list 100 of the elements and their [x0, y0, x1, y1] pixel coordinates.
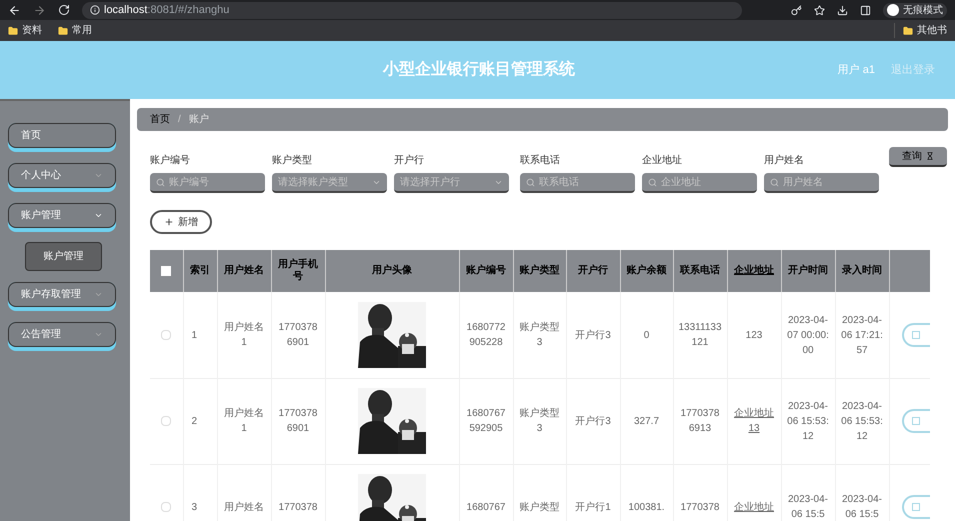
address-bar[interactable]: localhost:8081/#/zhanghu — [82, 2, 742, 18]
url-text: localhost:8081/#/zhanghu — [104, 2, 230, 18]
row-checkbox[interactable] — [161, 416, 172, 426]
star-icon[interactable] — [814, 4, 825, 16]
table-cell: 17703786913 — [680, 408, 720, 434]
column-header: 索引 — [183, 250, 217, 292]
table-cell: 开户行3 — [575, 330, 611, 340]
sidebar-item[interactable]: 账户存取管理 — [8, 282, 116, 311]
back-icon[interactable] — [8, 4, 21, 16]
table-cell: 2023-04-06 15:53:12 — [787, 400, 829, 442]
plus-icon — [164, 217, 174, 228]
table-cell: 开户行1 — [575, 502, 611, 513]
table-cell: 2 — [192, 416, 198, 427]
select-field[interactable]: 请选择账户类型 — [272, 173, 387, 194]
reload-icon[interactable] — [58, 4, 70, 16]
search-field[interactable]: 用户姓名 — [764, 173, 879, 194]
chevron-icon — [94, 290, 103, 299]
filter-label: 企业地址 — [642, 154, 683, 168]
breadcrumb-separator: / — [178, 113, 181, 128]
table-cell: 1770378 — [278, 502, 318, 513]
table-cell: 1680767592905 — [466, 408, 506, 434]
search-field[interactable]: 企业地址 — [642, 173, 757, 194]
table-cell: 2023-04-06 15:5 — [842, 494, 882, 520]
table-cell: 用户姓名1 — [224, 322, 264, 348]
search-icon — [156, 178, 165, 187]
table-cell: 1680772905228 — [466, 322, 506, 348]
filter-label: 用户姓名 — [764, 154, 805, 168]
detail-icon — [912, 503, 920, 512]
table-cell: 2023-04-06 15:53:12 — [841, 400, 883, 442]
table-cell: 2023-04-06 17:21:57 — [841, 314, 883, 356]
app-title: 小型企业银行账目管理系统 — [383, 59, 575, 80]
chevron-icon — [94, 211, 103, 220]
sidebar-item[interactable]: 公告管理 — [8, 322, 116, 351]
column-header: 开户行 — [566, 250, 620, 292]
column-header: 账户类型 — [513, 250, 566, 292]
column-header: 录入时间 — [835, 250, 889, 292]
column-header: 开户时间 — [781, 250, 835, 292]
column-header: 用户姓名 — [217, 250, 271, 292]
table-cell: 账户类型 — [520, 502, 560, 513]
table-cell: 1680767 — [466, 502, 506, 513]
search-icon — [648, 178, 657, 187]
detail-icon — [912, 331, 920, 339]
table-cell: 企业地址 — [734, 502, 774, 513]
download-icon[interactable] — [837, 4, 848, 16]
bookmark[interactable]: 常用 — [72, 23, 92, 38]
row-checkbox[interactable] — [161, 502, 172, 512]
column-header: 用户手机号 — [271, 250, 325, 292]
table-cell: 用户姓名1 — [224, 408, 264, 434]
column-header: 账户编号 — [459, 250, 513, 292]
bookmark[interactable]: 其他书 — [917, 23, 947, 38]
table-cell: 企业地址13 — [734, 408, 774, 434]
folder-icon — [8, 26, 18, 36]
detail-icon — [912, 417, 920, 426]
search-field[interactable]: 账户编号 — [150, 173, 265, 194]
table-cell: 100381. — [628, 502, 665, 513]
column-header: 账户余额 — [620, 250, 673, 292]
folder-icon — [903, 26, 913, 36]
profile-button[interactable]: 无痕模式 — [883, 2, 947, 18]
table-cell: 2023-04-06 15:5 — [788, 494, 828, 520]
filter-label: 账户类型 — [272, 154, 313, 168]
sidebar-item[interactable]: 账户管理 — [8, 203, 116, 232]
search-icon — [770, 178, 779, 187]
filter-label: 账户编号 — [150, 154, 191, 168]
table-cell: 账户类型3 — [520, 322, 560, 348]
sidebar-item[interactable]: 个人中心 — [8, 163, 116, 192]
forward-icon[interactable] — [33, 4, 46, 16]
table-cell: 17703786901 — [278, 322, 318, 348]
column-header: 用户头像 — [325, 250, 459, 292]
row-checkbox[interactable] — [161, 330, 172, 340]
breadcrumb-item[interactable]: 首页 — [150, 112, 170, 128]
folder-icon — [58, 26, 68, 36]
search-button[interactable]: 查询 — [889, 147, 947, 168]
table-cell: 1770378 — [680, 502, 720, 513]
table-cell: 123 — [746, 330, 762, 340]
table-cell: 13311133121 — [678, 322, 722, 348]
search-icon — [526, 178, 535, 187]
sidebar-subitem[interactable]: 账户管理 — [25, 242, 102, 271]
search-field[interactable]: 联系电话 — [520, 173, 635, 194]
info-icon — [90, 5, 100, 15]
table-cell: 开户行3 — [575, 416, 611, 427]
filter-label: 联系电话 — [520, 154, 561, 168]
breadcrumb-item: 账户 — [188, 112, 209, 128]
table-cell: 2023-04-07 00:00:00 — [787, 314, 829, 356]
table-cell: 3 — [192, 502, 198, 513]
chevron-icon — [94, 171, 103, 180]
add-button[interactable]: 新增 — [150, 210, 212, 234]
select-field[interactable]: 请选择开户行 — [394, 173, 509, 194]
sidebar-item[interactable]: 首页 — [8, 123, 116, 152]
key-icon[interactable] — [791, 4, 802, 16]
user-name: 用户 a1 — [838, 62, 875, 78]
table-cell: 用户姓名 — [224, 502, 264, 513]
table-cell: 0 — [644, 330, 650, 340]
bookmark[interactable]: 资料 — [22, 23, 42, 38]
chevron-icon — [94, 330, 103, 339]
side-panel-icon[interactable] — [860, 4, 871, 16]
table-cell: 327.7 — [634, 416, 660, 427]
column-header: 企业地址 — [727, 250, 781, 292]
filter-label: 开户行 — [394, 154, 425, 168]
table-cell: 账户类型3 — [520, 408, 560, 434]
table-cell: 1 — [192, 330, 198, 340]
